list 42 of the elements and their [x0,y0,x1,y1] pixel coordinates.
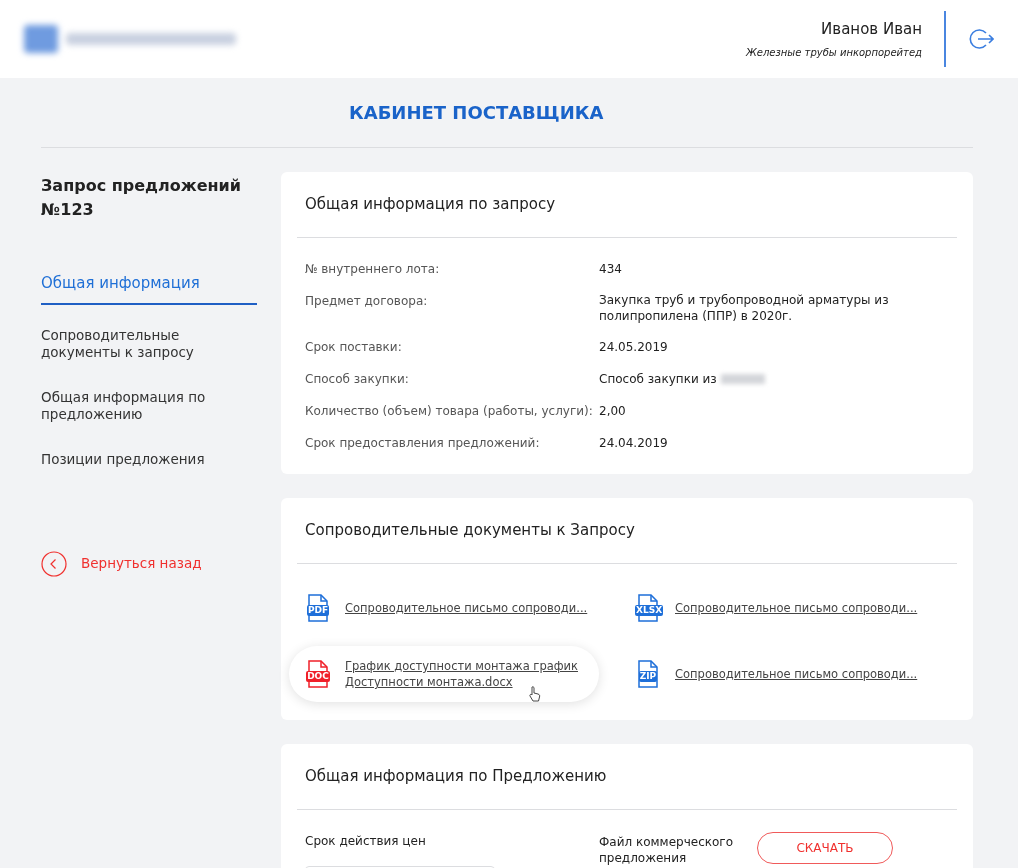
field-value: Способ закупки из [599,371,717,387]
file-icon: ZIP [635,660,661,688]
hand-cursor-icon [529,686,541,702]
card-title: Сопроводительные документы к Запросу [297,498,957,564]
logo-icon [24,25,236,53]
file-icon: PDF [305,594,331,622]
field-label: Предмет договора: [305,293,429,310]
field-label: Срок действия цен [305,833,427,850]
page-title: КАБИНЕТ ПОСТАВЩИКА [349,101,604,125]
field-label: № внутреннего лота: [305,261,441,278]
document-link[interactable]: Сопроводительное письмо сопроводи... [675,666,918,682]
sidebar-item[interactable]: Сопроводительные документы к запросу [41,326,257,361]
field-label: Срок поставки: [305,339,403,356]
document-item-highlight[interactable]: DOC График доступности монтажа график Доступности монтажа.docx [289,646,599,702]
file-icon: DOC [305,660,331,688]
document-item[interactable]: ZIP Сопроводительное письмо сопроводи... [627,646,957,702]
sidebar-item[interactable]: Позиции предложения [41,450,257,468]
field-label: Способ закупки: [305,371,410,388]
card-title: Общая информация по Предложению [297,744,957,810]
back-icon [41,550,67,577]
field-value: 434 [599,261,622,277]
field-value: 2,00 [599,403,626,419]
field-value: 24.04.2019 [599,435,668,451]
field-value: Закупка труб и трубопроводной арматуры из полипропилена (ППР) в 2020г. [599,292,890,324]
field-value: 24.05.2019 [599,339,668,355]
document-link[interactable]: График доступности монтажа график Доступности монтажа.docx [345,658,587,690]
company-name: Железные трубы инкорпорейтед [746,45,922,60]
sidebar-item[interactable]: Общая информация [41,272,257,305]
document-link[interactable]: Сопроводительное письмо сопроводи... [345,600,588,616]
sidebar-item[interactable]: Общая информация по предложению [41,388,257,423]
field-label: Количество (объем) товара (работы, услуги): [305,403,594,420]
document-link[interactable]: Сопроводительное письмо сопроводи... [675,600,918,616]
file-icon: XLSX [635,594,661,622]
document-item[interactable]: XLSX Сопроводительное письмо сопроводи... [627,580,957,636]
field-label: Файл коммерческого предложения [599,834,734,867]
user-name: Иванов Иван [821,19,922,41]
request-title: Запрос предложений №123 [41,175,242,221]
back-link[interactable]: Вернуться назад [41,550,257,577]
logout-icon[interactable] [968,26,994,52]
card-title: Общая информация по запросу [297,172,957,238]
document-item[interactable]: PDF Сопроводительное письмо сопроводи... [297,580,627,636]
field-label: Срок предоставления предложений: [305,435,541,452]
